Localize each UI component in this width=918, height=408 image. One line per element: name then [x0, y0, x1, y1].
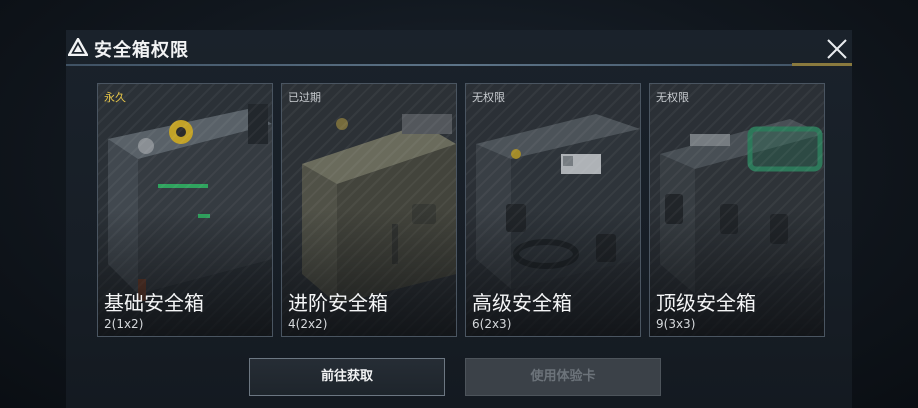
warning-triangle-icon: [68, 38, 88, 56]
card-status: 无权限: [656, 91, 689, 104]
header-divider: [66, 63, 852, 66]
card-senior-safe-box[interactable]: 无权限 高级安全箱 6(2x3): [465, 83, 641, 337]
card-size: 4(2x2): [288, 317, 328, 331]
card-name: 基础安全箱: [104, 291, 204, 315]
card-name: 顶级安全箱: [656, 291, 756, 315]
dialog-header: 安全箱权限: [66, 30, 852, 64]
acquire-button[interactable]: 前往获取: [249, 358, 445, 396]
card-status: 已过期: [288, 91, 321, 104]
card-size: 9(3x3): [656, 317, 696, 331]
card-basic-safe-box[interactable]: 永久 基础安全箱 2(1x2): [97, 83, 273, 337]
card-status: 无权限: [472, 91, 505, 104]
card-top-safe-box[interactable]: 无权限 顶级安全箱 9(3x3): [649, 83, 825, 337]
card-size: 2(1x2): [104, 317, 144, 331]
safe-box-card-list: 永久 基础安全箱 2(1x2) 已过期 进阶安全箱 4(2x2) 无权限 高级安…: [97, 83, 825, 337]
use-trial-card-button[interactable]: 使用体验卡: [465, 358, 661, 396]
dialog-title: 安全箱权限: [94, 40, 189, 61]
card-status: 永久: [104, 91, 126, 104]
close-icon[interactable]: [826, 38, 848, 60]
card-name: 高级安全箱: [472, 291, 572, 315]
card-advanced-safe-box[interactable]: 已过期 进阶安全箱 4(2x2): [281, 83, 457, 337]
card-size: 6(2x3): [472, 317, 512, 331]
card-name: 进阶安全箱: [288, 291, 388, 315]
divider-accent: [792, 63, 852, 66]
